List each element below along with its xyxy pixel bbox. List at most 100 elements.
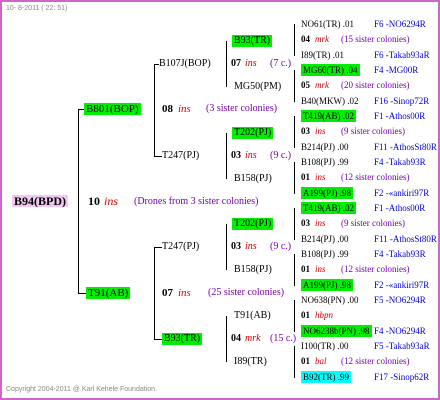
note-l3-4: (9 c.) [270, 241, 292, 252]
gen-l3-0: 07 [231, 58, 241, 69]
drone-gen-1: 05 [301, 80, 310, 90]
drone-note-3: (12 sister colonies) [341, 172, 410, 182]
drone-father-3[interactable]: B108(PJ) .99 [301, 156, 349, 168]
drone-father-0[interactable]: NO61(TR) .01 [301, 18, 354, 30]
note-b: (25 sister colonies) [208, 287, 285, 298]
gen-b2: 04 [231, 333, 241, 344]
drone-father-7[interactable]: I100(TR) .00 [301, 340, 349, 352]
drone-note-0: (15 sister colonies) [341, 34, 410, 44]
type-l3-4: ins [245, 241, 257, 252]
drone-type-6: hbpn [315, 310, 333, 320]
drone-gen-0: 04 [301, 34, 310, 44]
queen-a2[interactable]: T247(PJ) [162, 150, 199, 162]
drone-gen-4: 03 [301, 218, 310, 228]
drone-mother-6[interactable]: NO6238b(PN) .98 [301, 325, 372, 337]
queen-b1[interactable]: T247(PJ) [162, 241, 199, 253]
queen-a1[interactable]: B107J(BOP) [159, 58, 211, 70]
drone-father-2[interactable]: T419(AB) .02 [301, 110, 356, 122]
drone-father-tag-4: F1 -Athos00R [374, 203, 426, 213]
drone-mother-tag-6: F4 -NO6294R [374, 326, 426, 336]
connector [154, 247, 155, 339]
drone-mother-7[interactable]: B92(TR) .99 [301, 371, 351, 383]
drone-gen-5: 01 [301, 264, 310, 274]
drone-gen-7: 01 [301, 356, 310, 366]
drone-note-1: (20 sister colonies) [341, 80, 410, 90]
note-b2: (15 c.) [270, 333, 297, 344]
drone-father-6[interactable]: NO638(PN) .00 [301, 294, 359, 306]
drone-note-5: (12 sister colonies) [341, 264, 410, 274]
gen-l3-2: 03 [231, 150, 241, 161]
connector [226, 316, 227, 362]
queen-l3-2[interactable]: T202(PJ) [232, 127, 274, 139]
type-l3-0: ins [245, 58, 257, 69]
gen-b: 07 [162, 287, 173, 299]
queen-a[interactable]: B801(BOP) [84, 103, 141, 115]
queen-l3-0[interactable]: B93(TR) [232, 35, 273, 47]
root-type: ins [104, 194, 119, 208]
drone-mother-tag-0: F6 -Takab93aR [374, 50, 430, 60]
queen-b[interactable]: T91(AB) [86, 287, 131, 299]
queen-l3-6[interactable]: T91(AB) [234, 310, 271, 322]
drone-mother-3[interactable]: A199(PJ) .98 [301, 187, 354, 199]
drone-gen-6: 01 [301, 310, 310, 320]
connector [226, 41, 227, 87]
drone-mother-1[interactable]: B40(MKW) .02 [301, 95, 359, 107]
drone-father-tag-1: F4 -MG00R [374, 65, 419, 75]
drone-type-2: ins [315, 126, 326, 136]
connector [294, 116, 295, 148]
queen-l3-4[interactable]: T202(PJ) [232, 218, 274, 230]
drone-father-tag-7: F5 -Takab93aR [374, 341, 430, 351]
connector [154, 156, 162, 157]
gen-a: 08 [162, 103, 173, 115]
drone-father-tag-5: F4 -Takab93R [374, 249, 426, 259]
drone-mother-tag-2: F11 -AthosSt80R [374, 142, 437, 152]
note-l3-0: (7 c.) [270, 58, 292, 69]
drone-gen-3: 01 [301, 172, 310, 182]
drone-father-tag-3: F4 -Takab93R [374, 157, 426, 167]
connector [294, 300, 295, 332]
root-gen: 10 [88, 194, 100, 208]
type-a: ins [178, 103, 191, 115]
drone-mother-0[interactable]: I89(TR) .01 [301, 49, 344, 61]
timestamp: 10- 8-2011 ( 22: 51) [6, 5, 68, 12]
queen-l3-3[interactable]: B158(PJ) [234, 173, 272, 185]
drone-gen-2: 03 [301, 126, 310, 136]
drone-type-0: mrk [315, 34, 329, 44]
queen-l3-1[interactable]: MG50(PM) [234, 81, 281, 93]
connector [294, 346, 295, 378]
drone-mother-tag-3: F2 -«ankiri97R [374, 188, 430, 198]
drone-mother-tag-7: F17 -Sinop62R [374, 372, 430, 382]
root-queen[interactable]: B94(BPD) [12, 195, 68, 207]
pedigree-frame: 10- 8-2011 ( 22: 51) B94(BPD) 10 ins (Dr… [0, 0, 440, 400]
connector [78, 109, 79, 294]
type-b2: mrk [245, 333, 261, 344]
type-b: ins [178, 287, 191, 299]
drone-father-4[interactable]: T419(AB) .02 [301, 202, 356, 214]
drone-type-5: ins [315, 264, 326, 274]
gen-l3-4: 03 [231, 241, 241, 252]
drone-father-5[interactable]: B108(PJ) .99 [301, 248, 349, 260]
connector [154, 247, 162, 248]
connector [78, 293, 86, 294]
note-a: (3 sister colonies) [206, 103, 278, 114]
queen-l3-5[interactable]: B158(PJ) [234, 264, 272, 276]
connector [226, 224, 227, 270]
drone-type-3: ins [315, 172, 326, 182]
connector [154, 339, 162, 340]
root-note: (Drones from 3 sister colonies) [134, 196, 259, 207]
queen-b2[interactable]: B93(TR) [162, 333, 203, 345]
note-l3-2: (9 c.) [270, 150, 292, 161]
drone-mother-2[interactable]: B214(PJ) .00 [301, 141, 349, 153]
drone-mother-tag-4: F11 -AthosSt80R [374, 234, 437, 244]
connector [294, 254, 295, 286]
drone-note-4: (9 sister colonies) [341, 218, 405, 228]
drone-father-tag-6: F5 -NO6294R [374, 295, 426, 305]
drone-mother-4[interactable]: B214(PJ) .00 [301, 233, 349, 245]
queen-l3-7[interactable]: I89(TR) [234, 356, 267, 368]
drone-father-1[interactable]: MG60(TR) .04 [301, 64, 360, 76]
connector [154, 64, 155, 156]
drone-type-1: mrk [315, 80, 329, 90]
drone-mother-5[interactable]: A199(PJ) .98 [301, 279, 354, 291]
drone-note-7: (12 sister colonies) [341, 356, 410, 366]
drone-note-2: (9 sister colonies) [341, 126, 405, 136]
